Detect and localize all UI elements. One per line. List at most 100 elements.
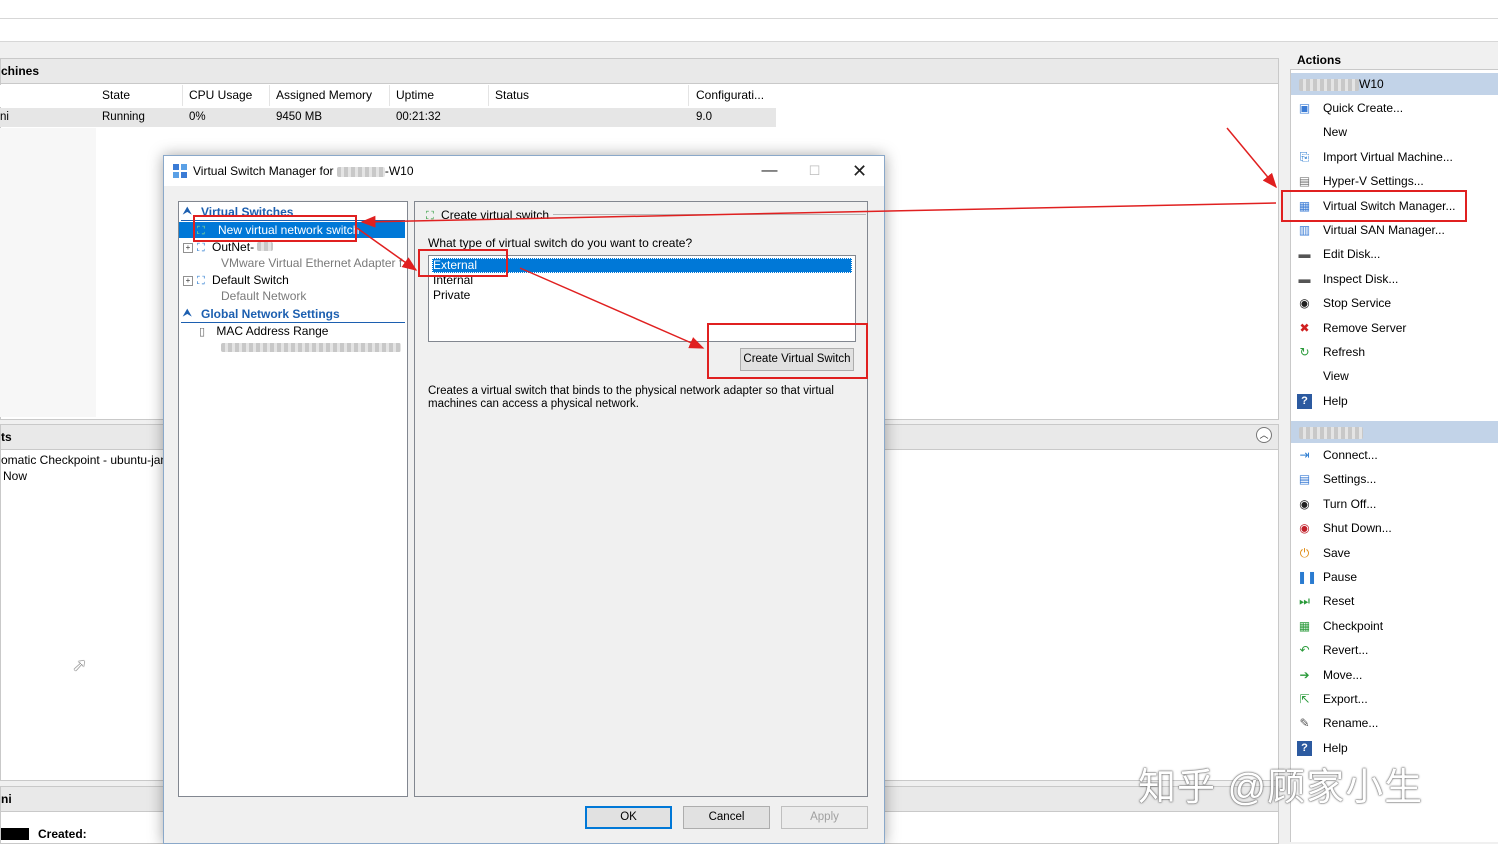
action-virtual-san-manager[interactable]: ▥ Virtual SAN Manager... — [1291, 219, 1498, 241]
close-icon[interactable]: ✕ — [837, 156, 882, 186]
panel-title: chines — [1, 59, 1278, 84]
help-icon: ? — [1297, 393, 1312, 409]
host-group-header[interactable]: W10 — [1291, 73, 1498, 95]
action-reset[interactable]: ⏭ Reset — [1291, 590, 1498, 612]
settings-icon: ▤ — [1298, 472, 1311, 487]
action-hyper-v-settings[interactable]: ▤ Hyper-V Settings... — [1291, 170, 1498, 192]
tree-item-default-switch[interactable]: ⛶ Default Switch — [197, 272, 289, 288]
mouse-cursor-icon: ➚ — [72, 655, 88, 675]
switch-type-description: Creates a virtual switch that binds to t… — [428, 385, 834, 410]
annotation-box — [707, 323, 868, 379]
col-uptime[interactable]: Uptime — [390, 85, 489, 106]
tree-item-mac-range[interactable]: ▯ MAC Address Range — [199, 323, 328, 339]
checkpoint-icon: ▦ — [1298, 618, 1311, 633]
annotation-box — [193, 215, 357, 242]
switch-tree: ⮝ Virtual Switches ⛶ New virtual network… — [178, 201, 412, 797]
host-name-suffix: W10 — [1359, 77, 1384, 91]
collapse-chevron-icon[interactable]: ⮝ — [183, 204, 192, 220]
vm-thumbnail — [1, 828, 29, 840]
action-label: Remove Server — [1323, 320, 1407, 335]
pause-icon: ❚❚ — [1297, 570, 1318, 584]
import-icon: ⎘ — [1299, 149, 1310, 164]
action-label: Move... — [1323, 667, 1363, 682]
blurred-host — [336, 166, 385, 177]
minimize-icon[interactable]: — — [747, 156, 792, 186]
action-label: Pause — [1323, 570, 1358, 584]
move-icon: ➔ — [1299, 667, 1310, 682]
action-import-virtual-machine[interactable]: ⎘ Import Virtual Machine... — [1291, 146, 1498, 168]
tree-item-sub: VMware Virtual Ethernet Adapter f... — [221, 256, 413, 270]
action-label: Reset — [1323, 594, 1355, 609]
action-stop-service[interactable]: ◉ Stop Service — [1291, 292, 1498, 314]
collapse-chevron-icon[interactable]: ⮝ — [183, 306, 192, 322]
ok-button[interactable]: OK — [585, 806, 672, 829]
action-pause[interactable]: ❚❚ Pause — [1291, 566, 1498, 588]
collapse-icon[interactable]: ︿ — [1256, 427, 1272, 443]
action-remove-server[interactable]: ✖ Remove Server — [1291, 317, 1498, 339]
expand-icon[interactable]: + — [183, 276, 193, 286]
action-shut-down[interactable]: ◉ Shut Down... — [1291, 517, 1498, 539]
blurred-host-name — [1299, 78, 1359, 91]
menu-bar — [0, 0, 1498, 19]
action-label: Checkpoint — [1323, 618, 1384, 633]
action-help[interactable]: ? Help — [1291, 390, 1498, 412]
action-quick-create[interactable]: ▣ Quick Create... — [1291, 97, 1498, 119]
question-label: What type of virtual switch do you want … — [428, 236, 693, 250]
action-label: Settings... — [1323, 472, 1377, 487]
action-label: Turn Off... — [1323, 496, 1377, 511]
col-memory[interactable]: Assigned Memory — [270, 85, 390, 106]
action-label: Stop Service — [1323, 296, 1392, 311]
col-config[interactable]: Configurati... — [690, 85, 776, 106]
help-icon: ? — [1297, 740, 1312, 756]
table-row[interactable]: ni Running 0% 9450 MB 00:21:32 9.0 — [0, 108, 776, 127]
tree-item-label: MAC Address Range — [216, 324, 329, 338]
action-save[interactable]: ⏻ Save — [1291, 542, 1498, 564]
no-icon — [1297, 125, 1312, 140]
action-refresh[interactable]: ↻ Refresh — [1291, 341, 1498, 363]
export-icon: ⇱ — [1299, 692, 1310, 706]
vm-state: Running — [102, 111, 145, 123]
option-private[interactable]: Private — [432, 288, 852, 303]
created-label: Created: — [38, 827, 87, 841]
action-revert[interactable]: ↶ Revert... — [1291, 639, 1498, 661]
action-turn-off[interactable]: ◉ Turn Off... — [1291, 493, 1498, 515]
vm-name: ni — [0, 111, 9, 123]
turn-off-icon: ◉ — [1299, 496, 1310, 511]
create-switch-icon: ⛶ — [426, 210, 434, 222]
vm-uptime: 00:21:32 — [396, 111, 441, 123]
network-switch-icon: ⛶ — [197, 242, 205, 254]
action-label: Revert... — [1323, 643, 1369, 658]
reset-icon: ⏭ — [1299, 594, 1310, 609]
action-checkpoint[interactable]: ▦ Checkpoint — [1291, 615, 1498, 637]
title-suffix: -W10 — [384, 164, 414, 178]
expand-icon[interactable]: + — [183, 243, 193, 253]
section-label: Global Network Settings — [201, 307, 340, 321]
action-view[interactable]: View — [1291, 365, 1498, 387]
blurred-vm-name — [1299, 426, 1363, 439]
action-export[interactable]: ⇱ Export... — [1291, 688, 1498, 710]
action-label: Hyper-V Settings... — [1323, 174, 1424, 189]
col-cpu[interactable]: CPU Usage — [183, 85, 270, 106]
action-edit-disk[interactable]: ▬ Edit Disk... — [1291, 243, 1498, 265]
vm-config: 9.0 — [696, 111, 712, 123]
global-network-section[interactable]: ⮝ Global Network Settings — [181, 306, 405, 323]
action-move[interactable]: ➔ Move... — [1291, 664, 1498, 686]
shutdown-icon: ◉ — [1299, 521, 1310, 536]
dialog-titlebar[interactable]: Virtual Switch Manager for -W10 — ☐ ✕ — [164, 156, 884, 186]
vm-group-header[interactable] — [1291, 421, 1498, 443]
action-new[interactable]: New — [1291, 121, 1498, 143]
checkpoint-now[interactable]: Now — [3, 469, 27, 483]
vm-memory: 9450 MB — [276, 111, 323, 123]
action-label: Import Virtual Machine... — [1323, 149, 1453, 164]
san-manager-icon: ▥ — [1298, 223, 1311, 237]
action-label: Connect... — [1323, 448, 1378, 462]
action-connect[interactable]: ⇥ Connect... — [1291, 444, 1498, 466]
revert-icon: ↶ — [1299, 643, 1310, 658]
action-rename[interactable]: ✎ Rename... — [1291, 712, 1498, 734]
action-settings[interactable]: ▤ Settings... — [1291, 468, 1498, 490]
col-state[interactable]: State — [96, 85, 183, 106]
col-status[interactable]: Status — [489, 85, 689, 106]
vm-cpu: 0% — [189, 111, 206, 123]
cancel-button[interactable]: Cancel — [683, 806, 770, 829]
action-inspect-disk[interactable]: ▬ Inspect Disk... — [1291, 268, 1498, 290]
